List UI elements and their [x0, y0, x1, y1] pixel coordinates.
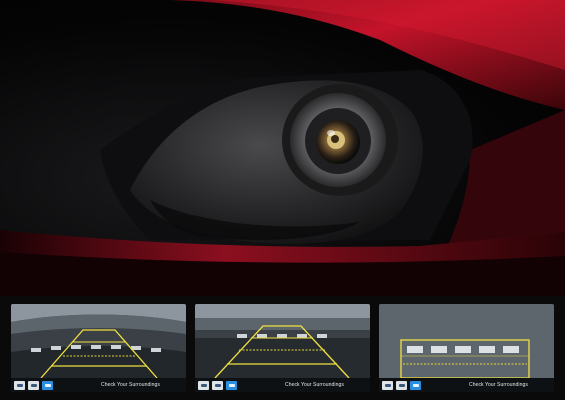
status-bar: Check Your Surroundings: [11, 378, 186, 392]
wide-view-button[interactable]: [14, 380, 25, 390]
top-down-view-icon: [412, 383, 419, 387]
wide-view-button[interactable]: [198, 380, 209, 390]
normal-view-icon: [398, 383, 405, 387]
camera-views-strip: Check Your Surroundings Check Your Surro…: [0, 296, 565, 400]
top-down-view-button[interactable]: [226, 380, 237, 390]
normal-view-icon: [30, 383, 37, 387]
status-bar: Check Your Surroundings: [195, 378, 370, 392]
wide-view-button[interactable]: [382, 380, 393, 390]
hero-photo: [0, 0, 565, 296]
normal-view-icon: [214, 383, 221, 387]
top-down-view-button[interactable]: [410, 380, 421, 390]
normal-view-button[interactable]: [396, 380, 407, 390]
wide-view-icon: [200, 383, 207, 387]
top-down-view-icon: [44, 383, 51, 387]
camera-screen-top-down: Check Your Surroundings: [379, 304, 554, 392]
wide-view-icon: [16, 383, 23, 387]
camera-screen-wide: Check Your Surroundings: [11, 304, 186, 392]
camera-photo: [0, 0, 565, 296]
normal-view-button[interactable]: [28, 380, 39, 390]
status-message: Check Your Surroundings: [100, 382, 160, 388]
status-message: Check Your Surroundings: [284, 382, 344, 388]
status-message: Check Your Surroundings: [468, 382, 528, 388]
normal-view-button[interactable]: [212, 380, 223, 390]
wide-view-icon: [384, 383, 391, 387]
status-bar: Check Your Surroundings: [379, 378, 554, 392]
top-down-view-icon: [228, 383, 235, 387]
camera-screen-normal: Check Your Surroundings: [195, 304, 370, 392]
top-down-view-button[interactable]: [42, 380, 53, 390]
